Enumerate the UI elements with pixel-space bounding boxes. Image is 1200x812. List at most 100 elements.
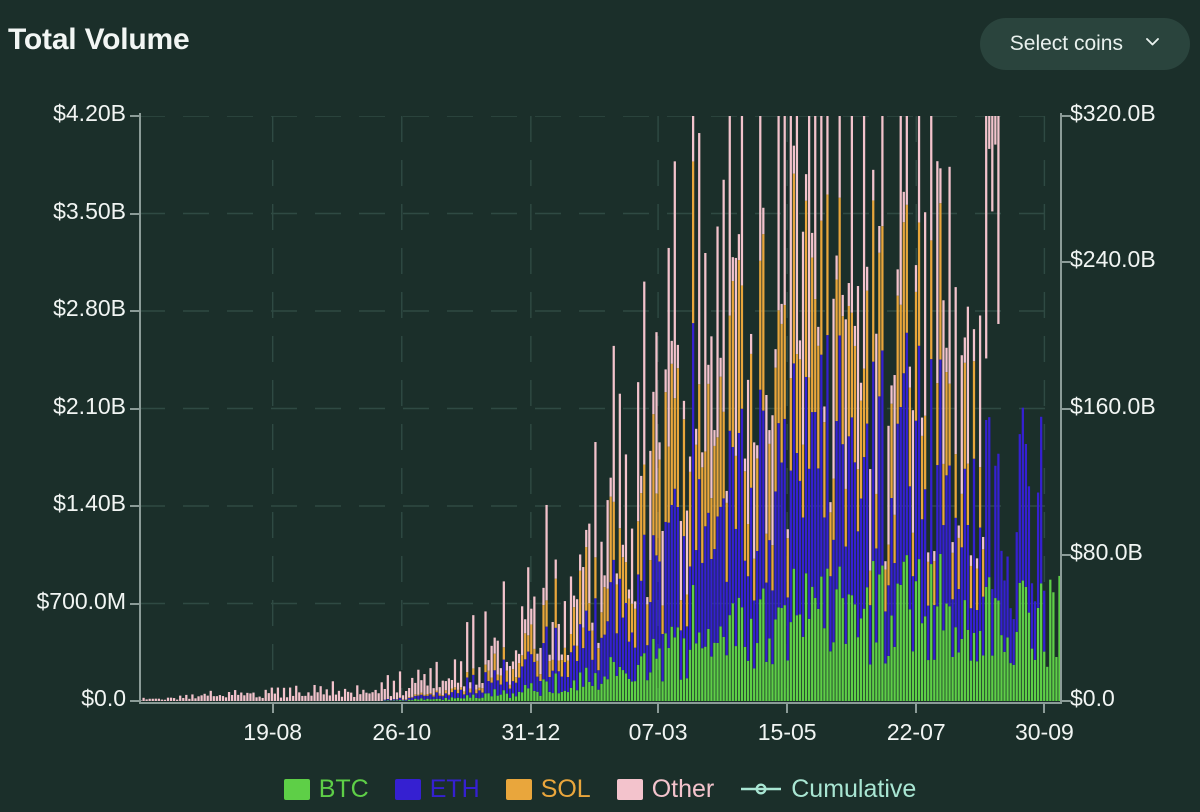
bar-segment-sol [661,605,663,634]
bar-segment-sol [918,222,920,345]
bar-segment-sol [561,660,563,676]
bar-segment-eth [768,540,770,638]
legend-item-btc[interactable]: BTC [284,775,369,804]
bar-segment-other [384,689,386,700]
bar-segment-btc [429,699,431,701]
bar-segment-sol [610,497,612,583]
bar-segment-eth [793,363,795,568]
bar-segment-btc [997,600,999,701]
bar-segment-other [698,133,700,384]
bar-segment-other [255,697,257,701]
bar-segment-other [558,624,560,661]
bar-segment-btc [845,644,847,701]
bar-segment-btc [484,693,486,701]
bar-segment-sol [576,646,578,661]
bar-segment-other [170,698,172,701]
bar-segment-other [576,599,578,646]
bar-segment-eth [951,599,953,657]
bar-segment-sol [448,694,450,695]
bar-segment-other [439,687,441,694]
bar-segment-other [787,529,789,538]
bar-segment-other [985,116,987,358]
bar-segment-sol [713,446,715,549]
bar-segment-sol [549,661,551,677]
bar-segment-sol [698,384,700,479]
bar-segment-sol [982,549,984,596]
bar-segment-sol [765,534,767,583]
bar-segment-other [368,693,370,701]
bar-segment-eth [906,333,908,555]
bar-segment-other [268,693,270,701]
bar-segment-other [225,697,227,701]
bar-segment-eth [704,526,706,646]
legend-swatch-icon [395,779,421,800]
bar-segment-btc [387,700,389,701]
bar-segment-eth [445,693,447,698]
bar-segment-other [402,695,404,699]
bar-segment-sol [811,258,813,413]
bar-segment-eth [649,602,651,672]
bar-segment-eth [1016,532,1018,632]
bar-segment-other [997,116,999,324]
bar-segment-other [478,667,480,688]
bar-segment-eth [399,698,401,700]
bar-segment-btc [451,697,453,701]
legend-item-cumulative[interactable]: Cumulative [740,775,916,804]
y-axis-left-tick-mark [130,408,139,410]
bar-segment-sol [890,404,892,498]
bar-segment-other [765,395,767,534]
bar-segment-eth [805,377,807,573]
bar-segment-other [869,469,871,571]
bar-segment-sol [741,285,743,408]
bar-segment-other [988,116,990,149]
bar-segment-other [832,299,834,479]
x-axis-tick-mark [530,704,532,713]
bar-segment-btc [826,569,828,701]
bar-segment-eth [1000,551,1002,635]
bar-segment-btc [799,614,801,701]
bar-segment-other [417,670,419,695]
x-axis-tick-label: 07-03 [629,719,688,746]
bar-segment-sol [658,460,660,562]
bar-segment-other [197,696,199,701]
bar-segment-other [481,683,483,688]
bar-segment-other [515,650,517,677]
bar-segment-other [906,116,908,205]
bar-segment-sol [454,687,456,689]
bar-segment-eth [735,529,737,646]
legend-item-eth[interactable]: ETH [395,775,480,804]
bar-segment-eth [527,652,529,689]
select-coins-button[interactable]: Select coins [980,18,1190,70]
bar-segment-eth [573,646,575,681]
bar-segment-other [863,116,865,369]
bar-segment-other [536,654,538,661]
legend-item-sol[interactable]: SOL [506,775,591,804]
bar-segment-other [625,454,627,562]
bar-segment-other [161,700,163,701]
bar-segment-btc [805,573,807,701]
bar-segment-other [597,643,599,648]
bar-segment-other [958,525,960,537]
bar-segment-eth [622,618,624,670]
bar-segment-other [249,693,251,701]
y-axis-left-tick-mark [130,505,139,507]
bar-segment-sol [417,695,419,696]
bar-segment-other [753,442,755,558]
bar-segment-sol [463,691,465,694]
bar-segment-sol [439,694,441,696]
bar-segment-sol [521,655,523,666]
bar-segment-sol [808,377,810,468]
legend-item-other[interactable]: Other [617,775,715,804]
bar-segment-eth [677,507,679,627]
bar-segment-eth [680,630,682,679]
bar-segment-other [332,681,334,701]
bar-segment-other [927,552,929,561]
chart-plot-area[interactable] [139,116,1061,701]
bar-segment-other [591,623,593,631]
bar-segment-eth [530,654,532,683]
bar-segment-eth [924,489,926,616]
bar-segment-eth [494,670,496,689]
bar-segment-sol [631,604,633,633]
bar-segment-other [619,394,621,528]
bar-segment-other [240,693,242,701]
